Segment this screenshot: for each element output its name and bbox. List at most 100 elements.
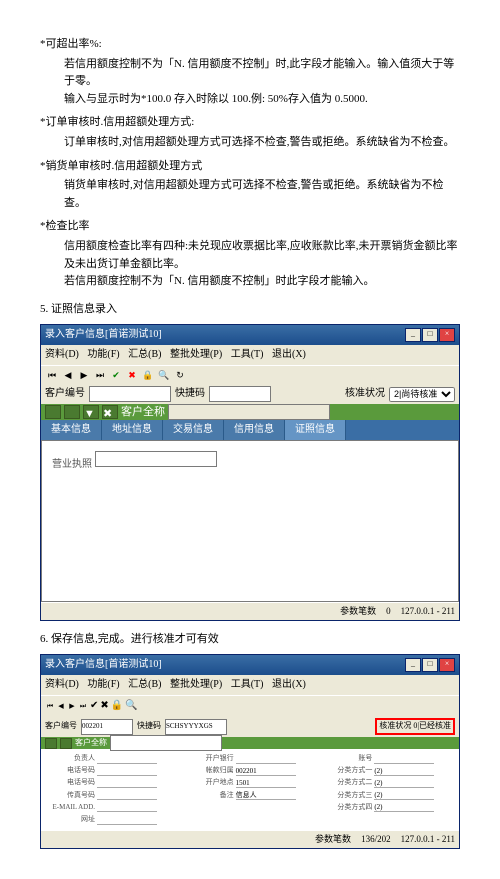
lbl-acctplace: 开户地点 — [184, 777, 234, 788]
val-acctown[interactable]: 002201 — [236, 766, 296, 776]
val-remark[interactable]: 信息人 — [236, 790, 296, 800]
nav-first-icon[interactable]: ⏮ — [45, 368, 59, 382]
label-custall-2: 客户全称 — [75, 737, 107, 750]
val-class3[interactable]: (2) — [374, 790, 434, 800]
menu-summary[interactable]: 汇总(B) — [128, 349, 161, 360]
menu2-data[interactable]: 资料(D) — [45, 679, 79, 690]
lbl-acctno: 账号 — [322, 753, 372, 764]
val-bank[interactable] — [236, 754, 296, 764]
val-acctno[interactable] — [374, 754, 434, 764]
lock-2-icon[interactable]: 🔒 — [111, 698, 123, 714]
lbl-url: 网址 — [45, 814, 95, 825]
window-title-1: 录入客户信息[首诺测试10] — [45, 327, 162, 343]
minimize-button[interactable]: _ — [405, 328, 421, 342]
titlebar-2: 录入客户信息[首诺测试10] _ □ × — [41, 655, 459, 675]
nav-next-2-icon[interactable]: ▶ — [67, 701, 77, 711]
tab-credit[interactable]: 信用信息 — [224, 420, 285, 440]
val-fax[interactable] — [97, 790, 157, 800]
close-button[interactable]: × — [439, 328, 455, 342]
window-title-2: 录入客户信息[首诺测试10] — [45, 657, 162, 673]
input-custall-2[interactable]: 四川恒升药业有限公司 — [110, 735, 222, 751]
close-button-2[interactable]: × — [439, 658, 455, 672]
tab-trade[interactable]: 交易信息 — [163, 420, 224, 440]
val-email[interactable] — [97, 802, 157, 812]
green-icon-2[interactable] — [64, 405, 80, 419]
val-responsible[interactable] — [97, 754, 157, 764]
input-custall[interactable] — [168, 404, 330, 420]
status-count: 0 — [386, 604, 391, 618]
content-area-1: 营业执照 — [41, 440, 459, 602]
nav-prev-icon[interactable]: ◀ — [61, 368, 75, 382]
tab-basic[interactable]: 基本信息 — [41, 420, 102, 440]
green-icon-1[interactable] — [45, 405, 61, 419]
label-bizlicense: 营业执照 — [52, 459, 92, 470]
input-bizlicense[interactable] — [95, 451, 217, 467]
form-grid: 负责人 电话号码 电话号码 传真号码 E-MAIL ADD. 网址 开户银行 帐… — [41, 749, 459, 830]
heading-salescheck: *销货单审核时.信用超额处理方式 — [40, 158, 460, 176]
input-quickcode-2[interactable]: SCHSYYYXGS — [165, 719, 227, 735]
step-6: 6. 保存信息,完成。进行核准才可有效 — [40, 631, 460, 649]
maximize-button[interactable]: □ — [422, 328, 438, 342]
menu2-summary[interactable]: 汇总(B) — [128, 679, 161, 690]
statusbar-1: 参数笔数 0 127.0.0.1 - 211 — [41, 602, 459, 619]
tab-license[interactable]: 证照信息 — [285, 420, 346, 440]
green-icon-2-1[interactable] — [45, 738, 57, 749]
nav-last-2-icon[interactable]: ⏭ — [78, 701, 88, 711]
select-status[interactable]: 2|尚待核准 — [389, 387, 455, 402]
menu2-exit[interactable]: 退出(X) — [272, 679, 306, 690]
nav-first-2-icon[interactable]: ⏮ — [45, 701, 55, 711]
refresh-icon[interactable]: ↻ — [173, 368, 187, 382]
status-ip-2: 127.0.0.1 - 211 — [401, 832, 455, 846]
val-url[interactable] — [97, 815, 157, 825]
window-customer-2: 录入客户信息[首诺测试10] _ □ × 资料(D) 功能(F) 汇总(B) 整… — [40, 654, 460, 848]
menu2-tools[interactable]: 工具(T) — [231, 679, 264, 690]
green-toolbar: ▼ ✖ 客户全称 — [41, 404, 459, 420]
nav-next-icon[interactable]: ▶ — [77, 368, 91, 382]
lbl-class4: 分类方式四 — [322, 802, 372, 813]
lbl-email: E-MAIL ADD. — [45, 802, 95, 813]
val-class2[interactable]: (2) — [374, 778, 434, 788]
val-acctplace[interactable]: 1501 — [236, 778, 296, 788]
lbl-class2: 分类方式二 — [322, 777, 372, 788]
menu-function[interactable]: 功能(F) — [87, 349, 119, 360]
lock-icon[interactable]: 🔒 — [141, 368, 155, 382]
label-status-2: 核准状况 — [379, 721, 411, 730]
minimize-button-2[interactable]: _ — [405, 658, 421, 672]
text-overrate-1: 若信用额度控制不为「N. 信用额度不控制」时,此字段才能输入。输入值须大于等于零… — [64, 56, 460, 91]
status-count-2: 136/202 — [361, 832, 391, 846]
save-2-icon[interactable]: ✔ — [90, 698, 98, 714]
save-icon[interactable]: ✔ — [109, 368, 123, 382]
label-custcode-2: 客户编号 — [45, 720, 77, 733]
text-checkrate-2: 若信用额度控制不为「N. 信用额度不控制」时此字段才能输入。 — [64, 273, 460, 291]
input-custcode[interactable] — [89, 386, 171, 402]
menu-batch[interactable]: 整批处理(P) — [170, 349, 222, 360]
menu-data[interactable]: 资料(D) — [45, 349, 79, 360]
menu-tools[interactable]: 工具(T) — [231, 349, 264, 360]
cancel-2-icon[interactable]: ✖ — [100, 698, 108, 714]
input-quickcode[interactable] — [209, 386, 271, 402]
tab-address[interactable]: 地址信息 — [102, 420, 163, 440]
menu2-function[interactable]: 功能(F) — [87, 679, 119, 690]
menu-exit[interactable]: 退出(X) — [272, 349, 306, 360]
menu2-batch[interactable]: 整批处理(P) — [170, 679, 222, 690]
nav-last-icon[interactable]: ⏭ — [93, 368, 107, 382]
nav-prev-2-icon[interactable]: ◀ — [56, 701, 66, 711]
label-custall: 客户全称 — [121, 404, 165, 422]
maximize-button-2[interactable]: □ — [422, 658, 438, 672]
search-icon[interactable]: 🔍 — [157, 368, 171, 382]
val-class4[interactable]: (2) — [374, 802, 434, 812]
text-ordercheck-1: 订单审核时,对信用超额处理方式可选择不检查,警告或拒绝。系统缺省为不检查。 — [64, 134, 460, 152]
val-tel2[interactable] — [97, 778, 157, 788]
green-icon-2-2[interactable] — [60, 738, 72, 749]
status-ip: 127.0.0.1 - 211 — [401, 604, 455, 618]
green-icon-4[interactable]: ✖ — [102, 405, 118, 419]
toolbar-2: ⏮ ◀ ▶ ⏭ ✔ ✖ 🔒 🔍 — [41, 695, 459, 716]
value-status-2: 0|已经核准 — [413, 721, 451, 730]
green-icon-3[interactable]: ▼ — [83, 405, 99, 419]
cancel-icon[interactable]: ✖ — [125, 368, 139, 382]
search-2-icon[interactable]: 🔍 — [125, 698, 137, 714]
val-class1[interactable]: (2) — [374, 766, 434, 776]
val-tel1[interactable] — [97, 766, 157, 776]
input-custcode-2[interactable]: 002201 — [81, 719, 133, 735]
window-customer-1: 录入客户信息[首诺测试10] _ □ × 资料(D) 功能(F) 汇总(B) 整… — [40, 324, 460, 620]
